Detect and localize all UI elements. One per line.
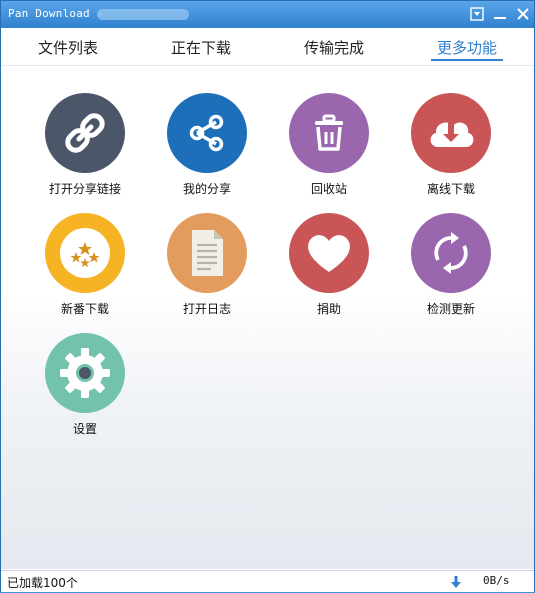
my-share-label: 我的分享 [182, 182, 231, 196]
minimize-icon [494, 17, 506, 19]
active-tab-indicator [431, 59, 503, 61]
link-icon [65, 113, 105, 153]
download-arrow-icon [451, 574, 461, 593]
title-bar[interactable]: Pan Download - [1, 1, 534, 28]
donate-button[interactable]: 捐助 [274, 213, 384, 325]
anime-download-button[interactable]: 新番下载 [30, 213, 140, 325]
offline-download-circle [411, 93, 491, 173]
open-log-circle [167, 213, 247, 293]
heart-icon [308, 235, 350, 272]
open-share-link-button[interactable]: 打开分享链接 [30, 93, 140, 205]
my-share-circle [167, 93, 247, 173]
open-share-link-circle [45, 93, 125, 173]
offline-download-label: 离线下载 [426, 182, 475, 196]
my-share-button[interactable]: 我的分享 [152, 93, 262, 205]
anime-download-circle [45, 213, 125, 293]
trash-icon [315, 114, 343, 151]
window-title: Pan Download - [8, 7, 104, 20]
download-speed: 0B/s [483, 574, 510, 587]
cloud-download-icon [430, 122, 474, 147]
offline-download-button[interactable]: 离线下载 [396, 93, 506, 205]
check-update-label: 检测更新 [426, 302, 475, 316]
open-log-button[interactable]: 打开日志 [152, 213, 262, 325]
settings-circle [45, 333, 125, 413]
stars-badge-icon [60, 228, 110, 278]
settings-label: 设置 [72, 422, 97, 436]
donate-label: 捐助 [316, 302, 341, 316]
refresh-icon [434, 232, 468, 274]
close-button[interactable] [514, 5, 532, 23]
app-window: Pan Download - 文件列表 正在下载 传输完成 更多功能 打开分享链… [0, 0, 535, 592]
gear-icon [60, 348, 110, 398]
status-bar: 已加载100个 0B/s [1, 570, 534, 592]
loaded-count-text: 已加载100个 [7, 576, 78, 590]
tab-downloading[interactable]: 正在下载 [156, 28, 246, 65]
features-panel: 打开分享链接 我的分享 回收站 离线下载 新番下载 打开日志 捐助 检测更新 设… [1, 66, 534, 569]
recycle-bin-label: 回收站 [310, 182, 347, 196]
check-update-circle [411, 213, 491, 293]
minimize-button[interactable] [491, 5, 509, 23]
close-icon [517, 8, 529, 20]
recycle-bin-button[interactable]: 回收站 [274, 93, 384, 205]
donate-circle [289, 213, 369, 293]
title-redacted [97, 9, 189, 20]
document-icon [192, 230, 223, 276]
settings-button[interactable]: 设置 [30, 333, 140, 445]
open-share-link-label: 打开分享链接 [48, 182, 121, 196]
tab-completed[interactable]: 传输完成 [289, 28, 379, 65]
share-icon [189, 114, 224, 152]
recycle-bin-circle [289, 93, 369, 173]
anime-download-label: 新番下载 [60, 302, 109, 316]
check-update-button[interactable]: 检测更新 [396, 213, 506, 325]
open-log-label: 打开日志 [182, 302, 231, 316]
tab-file-list[interactable]: 文件列表 [23, 28, 113, 65]
menu-dropdown-button[interactable] [468, 5, 486, 23]
dropdown-icon [470, 7, 484, 21]
